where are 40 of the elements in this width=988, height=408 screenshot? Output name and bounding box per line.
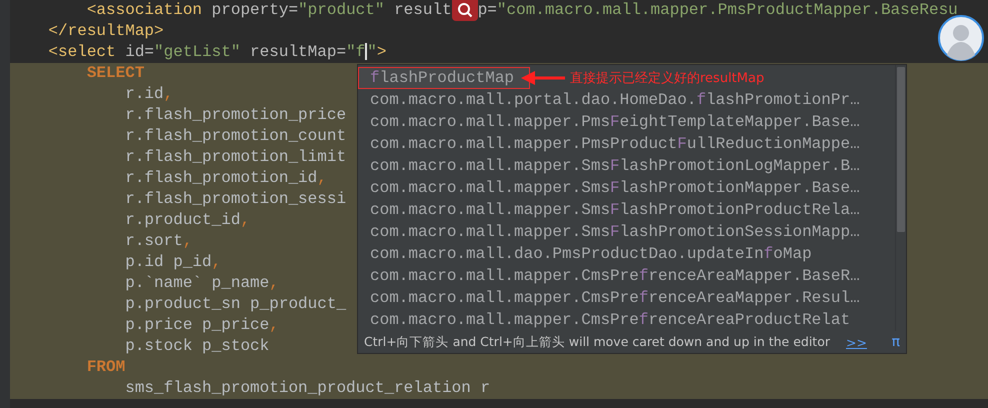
code-line: <association property="product" result: [86, 0, 452, 21]
annotation-text: 直接提示已经定义好的resultMap: [570, 70, 764, 87]
code-line: r.flash_promotion_sessi: [125, 189, 346, 210]
completion-item[interactable]: com.macro.mall.mapper.SmsFlashPromotionLogMapper.B…: [358, 155, 893, 177]
more-link[interactable]: >>: [846, 334, 867, 350]
search-button[interactable]: [452, 0, 478, 21]
code-line: p.price p_price,: [125, 315, 279, 336]
code-line: p="com.macro.mall.mapper.PmsProductMapper.BaseResu: [478, 0, 958, 21]
annotation-arrow: [521, 70, 565, 86]
code-line: r.flash_promotion_price: [125, 105, 346, 126]
completion-item[interactable]: flashProductMap: [358, 67, 530, 89]
completion-item[interactable]: com.macro.mall.mapper.CmsPrefrenceAreaMapper.BaseR…: [358, 265, 893, 287]
completion-item[interactable]: com.macro.mall.dao.PmsProductDao.updateInfoMap: [358, 243, 893, 265]
code-line: p.id p_id,: [125, 252, 222, 273]
completion-item[interactable]: com.macro.mall.mapper.PmsFeightTemplateMapper.Base…: [358, 111, 893, 133]
completion-item[interactable]: com.macro.mall.mapper.PmsProductFullReductionMappe…: [358, 133, 893, 155]
code-line: </resultMap>: [48, 21, 164, 42]
completion-item[interactable]: com.macro.mall.mapper.CmsPrefrenceAreaProductRelat: [358, 309, 893, 331]
code-line: SELECT: [86, 63, 144, 84]
code-line: r.sort,: [125, 231, 192, 252]
code-line: p.product_sn p_product_: [125, 294, 346, 315]
code-line: sms_flash_promotion_product_relation r: [125, 378, 490, 399]
completion-item[interactable]: com.macro.mall.portal.dao.HomeDao.flashPromotionPr…: [358, 89, 893, 111]
pi-symbol[interactable]: π: [892, 334, 900, 350]
code-line: r.flash_promotion_limit: [125, 147, 346, 168]
completion-item[interactable]: com.macro.mall.mapper.CmsPrefrenceAreaMapper.Resul…: [358, 287, 893, 309]
completion-item[interactable]: com.macro.mall.mapper.SmsFlashPromotionProductRela…: [358, 199, 893, 221]
code-line: r.flash_promotion_id,: [125, 168, 327, 189]
code-line: r.id,: [125, 84, 174, 105]
hint-text: Ctrl+向下箭头 and Ctrl+向上箭头 will move caret down and up in the editor: [364, 334, 830, 350]
completion-item[interactable]: com.macro.mall.mapper.SmsFlashPromotionMapper.Base…: [358, 177, 893, 199]
code-line: <select id="getList" resultMap="f">: [48, 42, 386, 63]
scrollbar[interactable]: [895, 65, 906, 331]
completion-item[interactable]: com.macro.mall.mapper.SmsFlashPromotionSessionMapp…: [358, 221, 893, 243]
code-line: r.product_id,: [125, 210, 250, 231]
code-line: p.stock p_stock: [125, 336, 270, 357]
code-line: p.`name` p_name,: [125, 273, 279, 294]
code-line: r.flash_promotion_count: [125, 126, 346, 147]
code-line: FROM: [86, 357, 126, 378]
search-icon: [456, 2, 474, 20]
